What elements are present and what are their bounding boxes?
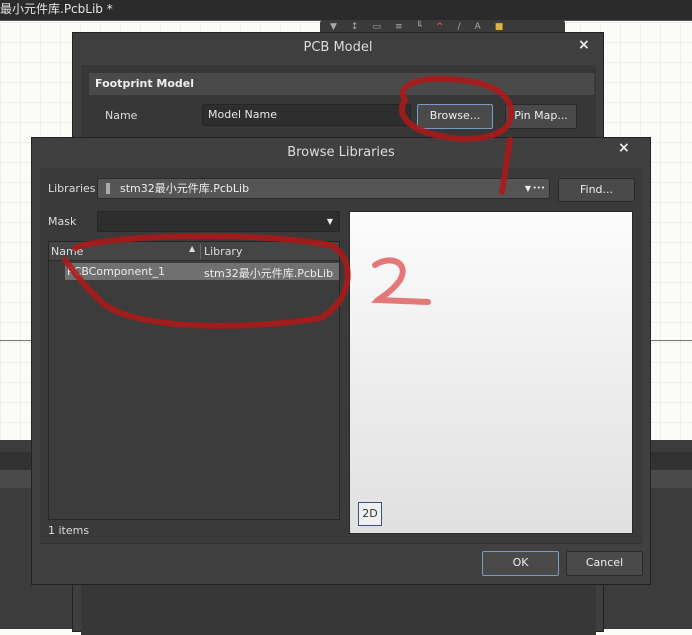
close-icon[interactable]: ×	[618, 140, 630, 156]
document-tab[interactable]: 最小元件库.PcbLib *	[0, 0, 692, 21]
dialog-title: PCB Model	[303, 40, 373, 55]
libraries-dropdown[interactable]: stm32最小元件库.PcbLib ▼ •••	[97, 178, 550, 199]
name-label: Name	[105, 109, 138, 122]
browse-button[interactable]: Browse...	[417, 104, 493, 129]
view-2d-button[interactable]: 2D	[358, 502, 382, 526]
section-header: Footprint Model	[89, 73, 594, 95]
sort-asc-icon: ▲	[189, 244, 196, 253]
model-name-input[interactable]: Model Name	[202, 104, 411, 126]
cancel-button[interactable]: Cancel	[566, 551, 643, 576]
browse-libraries-dialog: Browse Libraries × Libraries stm32最小元件库.…	[31, 137, 651, 585]
footprint-preview[interactable]: 2D	[349, 211, 633, 534]
chevron-down-icon[interactable]: ▼	[525, 179, 531, 198]
libraries-value: stm32最小元件库.PcbLib	[120, 182, 250, 195]
library-icon	[106, 183, 110, 194]
item-count: 1 items	[48, 524, 90, 537]
document-tab-title: 最小元件库.PcbLib *	[0, 2, 113, 16]
close-icon[interactable]: ×	[578, 37, 590, 53]
column-header-library[interactable]: Library	[204, 245, 242, 258]
dialog-title: Browse Libraries	[287, 145, 395, 160]
ok-button[interactable]: OK	[482, 551, 559, 576]
more-button[interactable]: •••	[533, 179, 545, 198]
chevron-down-icon[interactable]: ▼	[327, 212, 333, 231]
pin-map-button[interactable]: Pin Map...	[505, 104, 577, 129]
libraries-label: Libraries	[48, 182, 96, 195]
row-library: stm32最小元件库.PcbLib	[204, 267, 334, 280]
row-name: PCBComponent_1	[67, 265, 166, 278]
find-button[interactable]: Find...	[558, 178, 635, 202]
column-header-name[interactable]: Name	[51, 245, 83, 258]
mask-input[interactable]: ▼	[97, 211, 340, 232]
table-row[interactable]: PCBComponent_1 stm32最小元件库.PcbLib	[65, 263, 339, 280]
footprint-list[interactable]: Name ▲ Library PCBComponent_1 stm32最小元件库…	[48, 241, 340, 520]
list-header: Name ▲ Library	[49, 242, 339, 261]
mask-label: Mask	[48, 215, 77, 228]
